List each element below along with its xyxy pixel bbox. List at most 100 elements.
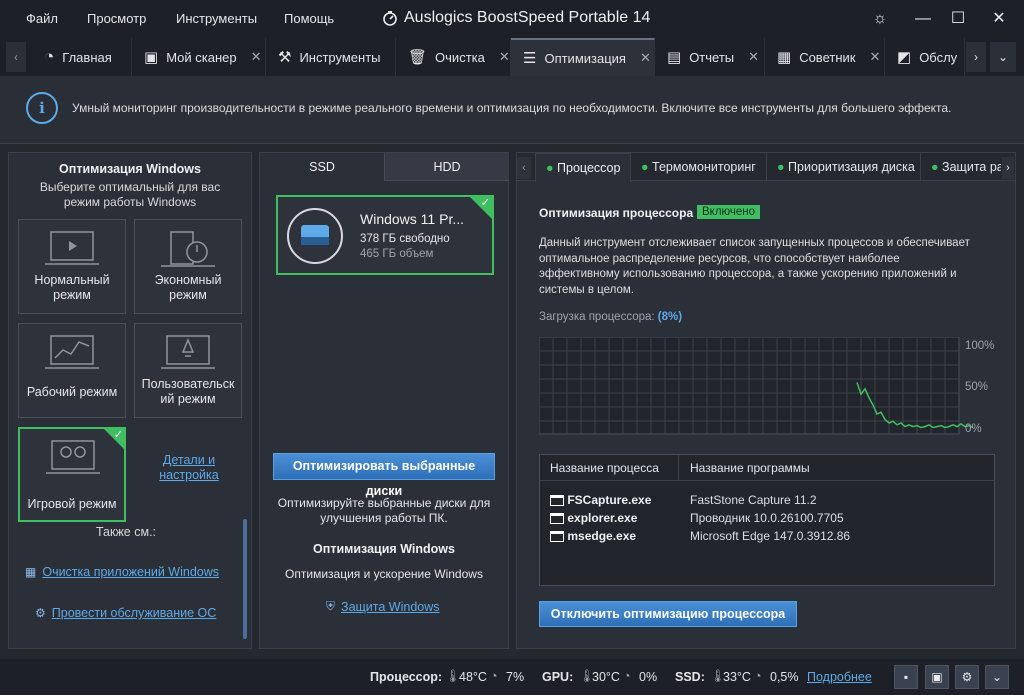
collapse-icon[interactable]: ⌄ — [985, 665, 1009, 689]
tab-tools[interactable]: ⚒ Инструменты — [266, 38, 396, 76]
table-row[interactable]: msedge.exe Microsoft Edge 147.0.3912.86 — [550, 529, 990, 547]
gauge-icon: ◔ — [754, 669, 762, 683]
optimize-disks-button[interactable]: Оптимизировать выбранные диски — [273, 453, 495, 498]
close-tab-icon[interactable]: ✕ — [748, 49, 759, 65]
more-link[interactable]: Подробнее — [807, 670, 872, 684]
cpu-load-graph: 100% 50% 0% — [539, 337, 994, 435]
mode-gaming[interactable]: ✓ Игровой режим — [18, 427, 126, 522]
mode-normal[interactable]: Нормальный режим — [18, 219, 126, 314]
gpu-load: 0% — [639, 670, 658, 684]
mode-custom[interactable]: Пользовательск ий режим — [134, 323, 242, 418]
disk-name: Windows 11 Pr... — [360, 211, 465, 227]
close-tab-icon[interactable]: ✕ — [499, 49, 510, 65]
maintenance-link[interactable]: ⚙ Провести обслуживание ОС — [35, 606, 216, 620]
close-tab-icon[interactable]: ✕ — [251, 49, 262, 65]
subtab-disk-priority[interactable]: ● Приоритизация диска — [767, 153, 921, 181]
close-tab-icon[interactable]: ✕ — [640, 50, 651, 66]
menu-help[interactable]: Помощь — [284, 11, 334, 26]
window-icon — [550, 531, 564, 543]
windows-mode-panel: Оптимизация Windows Выберите оптимальный… — [8, 152, 252, 649]
pin-icon[interactable]: ▪ — [894, 665, 918, 689]
menu-file[interactable]: Файл — [26, 11, 58, 26]
panel-title: Оптимизация Windows — [59, 162, 201, 176]
info-text: Умный мониторинг производительности в ре… — [72, 101, 952, 115]
economy-tower-icon — [161, 231, 215, 267]
subtabs-scroll-right[interactable]: › — [1002, 157, 1014, 179]
tab-bar: ‹ ◔ Главная ▣ Мой сканер ✕ ⚒ Инструменты 🗑 Оч… — [0, 38, 1024, 76]
windows-opt-title: Оптимизация Windows — [313, 542, 455, 556]
windows-protection-link[interactable]: ⛨ Защита Windows — [326, 599, 440, 614]
speedometer-icon: ◔ — [44, 47, 55, 66]
disable-cpu-opt-button[interactable]: Отключить оптимизацию процессора — [539, 601, 797, 627]
cpu-load-value: (8%) — [657, 311, 683, 323]
panel-subtitle-1: Выберите оптимальный для вас — [39, 180, 221, 194]
app-title: Auslogics BoostSpeed Portable 14 — [404, 9, 651, 26]
theme-toggle-icon[interactable]: ☼ — [869, 8, 891, 30]
mode-work[interactable]: Рабочий режим — [18, 323, 126, 418]
cpu-load: 7% — [506, 670, 525, 684]
table-row[interactable]: explorer.exe Проводник 10.0.26100.7705 — [550, 511, 990, 529]
optimize-disks-desc: Оптимизируйте выбранные диски для улучшен… — [277, 496, 491, 525]
details-link[interactable]: Детали и настройка — [149, 453, 229, 483]
tools-icon: ⚒ — [278, 49, 292, 66]
app-logo-icon — [383, 11, 397, 26]
menu-view[interactable]: Просмотр — [87, 11, 146, 26]
subtab-thermal[interactable]: ● Термомониторинг — [631, 153, 767, 181]
window-icon — [550, 513, 564, 525]
status-badge: Включено — [697, 205, 761, 219]
tab-my-scanner[interactable]: ▣ Мой сканер ✕ — [132, 38, 266, 76]
rocket-icon — [161, 335, 215, 369]
monitor-play-icon — [45, 231, 99, 265]
cpu-temp: 48°C — [459, 670, 487, 684]
gear-icon[interactable]: ⚙ — [955, 665, 979, 689]
tab-cleanup[interactable]: 🗑 Очистка ✕ — [396, 38, 511, 76]
maintenance-icon: ◩ — [897, 49, 912, 66]
title-bar: Файл Просмотр Инструменты Помощь Auslogi… — [0, 0, 1024, 38]
gpu-status-label: GPU: — [542, 670, 574, 684]
cleanup-apps-link[interactable]: ▦ Очистка приложений Windows — [25, 565, 219, 579]
tabs-list-button[interactable]: ⌄ — [990, 42, 1016, 72]
cpu-status-label: Процессор: — [370, 670, 443, 684]
panel-subtitle-2: режим работы Windows — [63, 195, 197, 209]
tab-ssd[interactable]: SSD — [260, 153, 384, 181]
col-process-header[interactable]: Название процесса — [550, 461, 659, 475]
disk-card[interactable]: Windows 11 Pr... 378 ГБ свободно 465 ГБ … — [276, 195, 494, 275]
ssd-status-label: SSD: — [675, 670, 705, 684]
disk-panel: SSD HDD Windows 11 Pr... 378 ГБ свободно… — [259, 152, 509, 649]
disk-total: 465 ГБ объем — [360, 248, 434, 260]
cpu-load-label: Загрузка процессора: (8%) — [539, 311, 683, 323]
ssd-temp: 33°C — [723, 670, 751, 684]
menu-tools[interactable]: Инструменты — [176, 11, 257, 26]
tab-home[interactable]: ◔ Главная — [32, 38, 132, 76]
tabs-scroll-left-button[interactable]: ‹ — [6, 42, 26, 72]
col-program-header[interactable]: Название программы — [690, 461, 810, 475]
info-icon: i — [26, 92, 58, 124]
close-tab-icon[interactable]: ✕ — [869, 49, 880, 65]
see-also-label: Также см.: — [95, 525, 157, 539]
info-banner: i Умный мониторинг производительности в … — [0, 76, 1024, 144]
disk-drive-icon — [287, 208, 343, 264]
mode-economy[interactable]: Экономный режим — [134, 219, 242, 314]
tab-advisor[interactable]: ▦ Советник ✕ — [765, 38, 885, 76]
cpu-opt-title: Оптимизация процессора — [539, 206, 694, 220]
subtabs-scroll-left[interactable]: ‹ — [517, 157, 531, 179]
tab-hdd[interactable]: HDD — [384, 153, 509, 181]
left-scrollbar[interactable] — [243, 519, 247, 639]
tabs-scroll-right-button[interactable]: › — [966, 42, 986, 72]
tab-maintenance[interactable]: ◩ Обслу — [885, 38, 965, 76]
table-header: Название процесса Название программы — [540, 455, 994, 481]
trash-icon: 🗑 — [408, 49, 428, 66]
tab-reports[interactable]: ▤ Отчеты ✕ — [655, 38, 765, 76]
maximize-button[interactable]: ☐ — [947, 8, 969, 30]
tab-optimization[interactable]: ☰ Оптимизация ✕ — [511, 38, 655, 76]
minimize-button[interactable]: — — [912, 8, 934, 30]
close-button[interactable]: ✕ — [988, 8, 1010, 30]
process-table: Название процесса Название программы FSC… — [539, 454, 995, 586]
save-icon[interactable]: ▣ — [925, 665, 949, 689]
table-row[interactable]: FSCapture.exe FastStone Capture 11.2 — [550, 493, 990, 511]
subtab-protection[interactable]: ● Защита ра — [921, 153, 1001, 181]
shield-icon: ⛨ — [326, 599, 336, 613]
wrench-icon: ⚙ — [35, 606, 46, 620]
axis-label-50: 50% — [965, 381, 988, 393]
subtab-processor[interactable]: ● Процессор — [535, 153, 631, 182]
